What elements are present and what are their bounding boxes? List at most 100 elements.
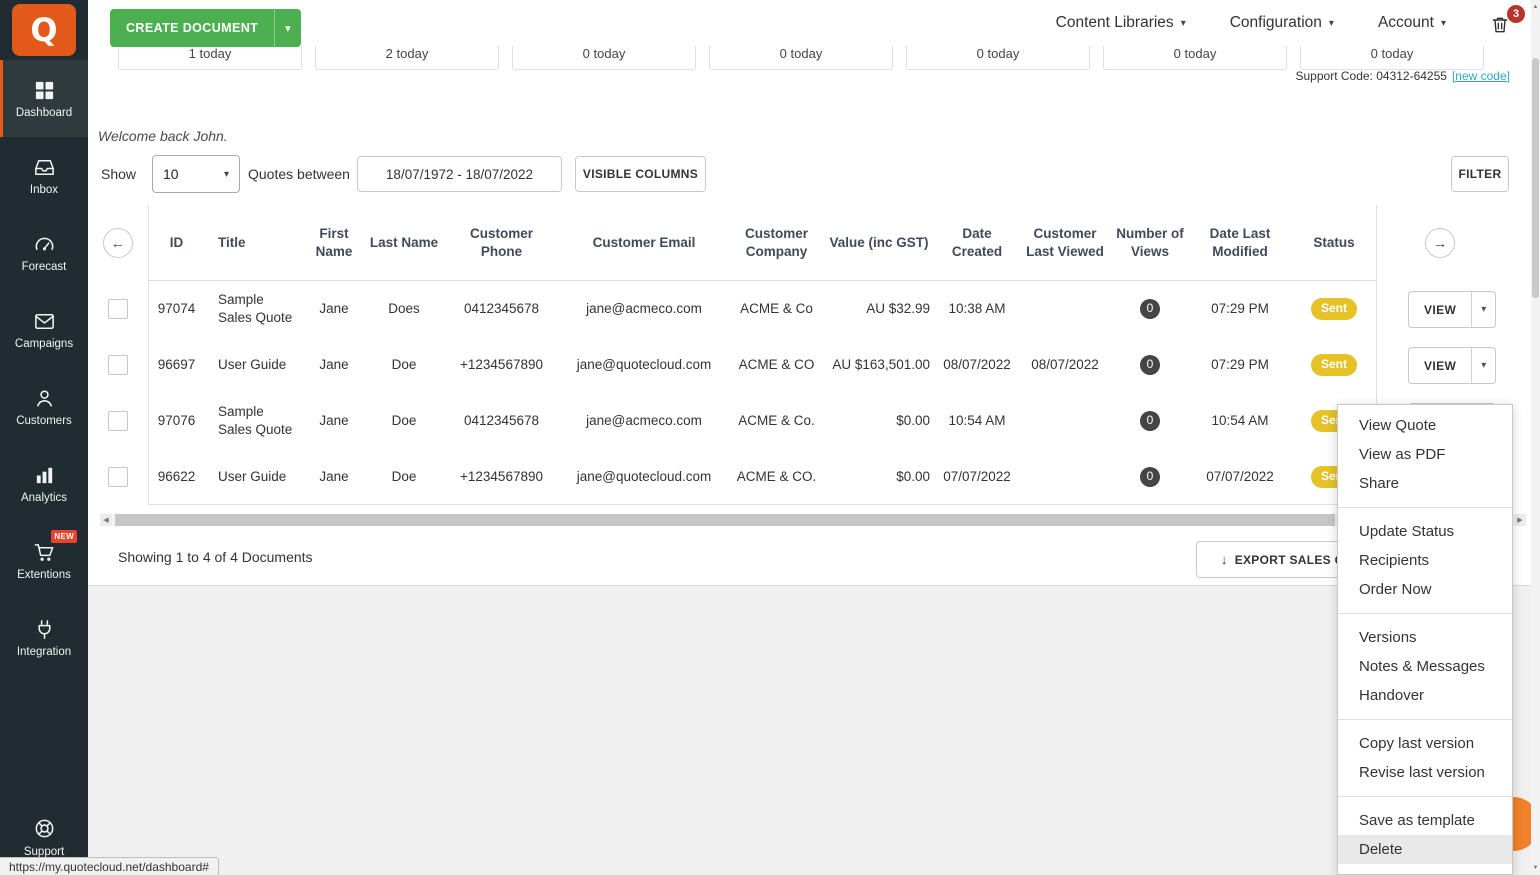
new-code-link[interactable]: [new code] (1452, 69, 1510, 83)
status-url: https://my.quotecloud.net/dashboard# (9, 860, 209, 874)
stat-card[interactable]: 0 today (1300, 46, 1484, 70)
trash-button[interactable]: 3 (1490, 8, 1516, 38)
column-header-customer-email[interactable]: Customer Email (559, 205, 729, 280)
sidebar-label: Customers (16, 415, 72, 427)
date-range-input[interactable] (357, 156, 562, 192)
horizontal-scrollbar-thumb[interactable] (115, 514, 1335, 526)
scroll-columns-left-button[interactable]: ← (103, 228, 133, 258)
column-header-customer-phone[interactable]: Customer Phone (444, 205, 559, 280)
menu-item-notes-messages[interactable]: Notes & Messages (1338, 652, 1512, 681)
cell-date-modified: 07/07/2022 (1190, 449, 1290, 504)
sidebar-item-customers[interactable]: Customers (0, 368, 88, 445)
menu-item-revise-last-version[interactable]: Revise last version (1338, 758, 1512, 787)
sidebar-item-analytics[interactable]: Analytics (0, 445, 88, 522)
sidebar-item-forecast[interactable]: Forecast (0, 214, 88, 291)
table-header: ← ID Title First Name Last Name Customer… (88, 205, 1540, 281)
column-header-first-name[interactable]: First Name (304, 205, 364, 280)
sidebar-item-dashboard[interactable]: Dashboard (0, 60, 88, 137)
create-document-button[interactable]: CREATE DOCUMENT ▾ (110, 9, 301, 47)
column-header-id[interactable]: ID (149, 205, 204, 280)
column-header-date-last-modified[interactable]: Date Last Modified (1190, 205, 1290, 280)
horizontal-scrollbar[interactable]: ◀ ▶ (100, 514, 1526, 526)
column-header-date-created[interactable]: Date Created (934, 205, 1020, 280)
documents-panel: Show 10 ▾ Quotes between VISIBLE COLUMNS… (88, 148, 1540, 585)
sidebar-label: Campaigns (15, 338, 73, 350)
stat-card-count: 0 today (1371, 46, 1414, 61)
column-header-last-name[interactable]: Last Name (364, 205, 444, 280)
chevron-down-icon[interactable]: ▾ (1471, 348, 1495, 383)
view-button[interactable]: VIEW ▾ (1408, 347, 1496, 384)
stat-card[interactable]: 0 today (709, 46, 893, 70)
menu-item-share[interactable]: Share (1338, 469, 1512, 498)
cell-id: 96697 (149, 337, 204, 393)
sidebar-item-extentions[interactable]: NEW Extentions (0, 522, 88, 599)
support-code: Support Code: 04312-64255[new code] (1296, 69, 1511, 83)
menu-account[interactable]: Account ▾ (1378, 14, 1446, 32)
scroll-left-icon[interactable]: ◀ (100, 514, 112, 526)
column-header-value[interactable]: Value (inc GST) (824, 205, 934, 280)
menu-divider (1338, 796, 1512, 797)
menu-item-handover[interactable]: Handover (1338, 681, 1512, 710)
menu-item-save-as-template[interactable]: Save as template (1338, 806, 1512, 835)
chevron-down-icon[interactable]: ▾ (274, 9, 301, 47)
row-checkbox[interactable] (108, 355, 128, 375)
column-header-title[interactable]: Title (204, 205, 304, 280)
cell-company: ACME & Co. (729, 393, 824, 449)
sidebar: Q Dashboard Inbox Forecast Campaigns Cus… (0, 0, 88, 875)
stat-card[interactable]: 0 today (906, 46, 1090, 70)
column-header-number-of-views[interactable]: Number of Views (1110, 205, 1190, 280)
cell-last-viewed (1020, 449, 1110, 504)
chevron-down-icon: ▾ (1441, 18, 1446, 29)
chevron-down-icon: ▾ (1329, 18, 1334, 29)
menu-item-recipients[interactable]: Recipients (1338, 546, 1512, 575)
menu-item-delete[interactable]: Delete (1338, 835, 1512, 864)
menu-item-versions[interactable]: Versions (1338, 623, 1512, 652)
menu-configuration[interactable]: Configuration ▾ (1230, 14, 1334, 32)
show-select[interactable]: 10 ▾ (152, 155, 240, 193)
filter-button[interactable]: FILTER (1451, 156, 1509, 192)
vertical-scrollbar[interactable]: ▲ ▼ (1531, 0, 1540, 875)
menu-content-libraries[interactable]: Content Libraries ▾ (1056, 14, 1186, 32)
stat-card[interactable]: 2 today (315, 46, 499, 70)
view-button[interactable]: VIEW ▾ (1408, 291, 1496, 328)
sidebar-label: Inbox (30, 184, 58, 196)
scroll-right-icon[interactable]: ▶ (1514, 514, 1526, 526)
cell-last-viewed: 08/07/2022 (1020, 337, 1110, 393)
vertical-scrollbar-thumb[interactable] (1532, 58, 1539, 298)
menu-item-copy-last-version[interactable]: Copy last version (1338, 729, 1512, 758)
chevron-down-icon[interactable]: ▾ (1471, 292, 1495, 327)
inbox-icon (32, 155, 56, 179)
column-header-status[interactable]: Status (1290, 205, 1378, 280)
row-checkbox[interactable] (108, 411, 128, 431)
scroll-down-icon[interactable]: ▼ (1531, 861, 1540, 875)
sidebar-label: Analytics (21, 492, 67, 504)
cell-first-name: Jane (304, 337, 364, 393)
status-badge: Sent (1311, 354, 1357, 376)
column-header-customer-last-viewed[interactable]: Customer Last Viewed (1020, 205, 1110, 280)
sidebar-item-integration[interactable]: Integration (0, 599, 88, 676)
menu-item-update-status[interactable]: Update Status (1338, 517, 1512, 546)
stat-card[interactable]: 1 today (118, 46, 302, 70)
sidebar-item-campaigns[interactable]: Campaigns (0, 291, 88, 368)
table-row: 97074 Sample Sales Quote Jane Does 04123… (88, 281, 1540, 337)
scroll-columns-right-button[interactable]: → (1425, 228, 1455, 258)
cell-last-name: Doe (364, 393, 444, 449)
menu-item-view-quote[interactable]: View Quote (1338, 411, 1512, 440)
sidebar-item-inbox[interactable]: Inbox (0, 137, 88, 214)
menu-item-order-now[interactable]: Order Now (1338, 575, 1512, 604)
gauge-icon (32, 232, 56, 256)
new-badge: NEW (51, 530, 77, 543)
row-checkbox[interactable] (108, 299, 128, 319)
stat-card[interactable]: 0 today (1103, 46, 1287, 70)
scroll-up-icon[interactable]: ▲ (1531, 0, 1540, 14)
column-header-customer-company[interactable]: Customer Company (729, 205, 824, 280)
menu-label: Content Libraries (1056, 14, 1174, 32)
sidebar-label: Forecast (22, 261, 67, 273)
row-checkbox[interactable] (108, 467, 128, 487)
visible-columns-button[interactable]: VISIBLE COLUMNS (575, 156, 706, 192)
cell-date-created: 07/07/2022 (934, 449, 1020, 504)
stat-card[interactable]: 0 today (512, 46, 696, 70)
menu-label: Account (1378, 14, 1434, 32)
app-logo[interactable]: Q (12, 4, 76, 56)
menu-item-view-as-pdf[interactable]: View as PDF (1338, 440, 1512, 469)
